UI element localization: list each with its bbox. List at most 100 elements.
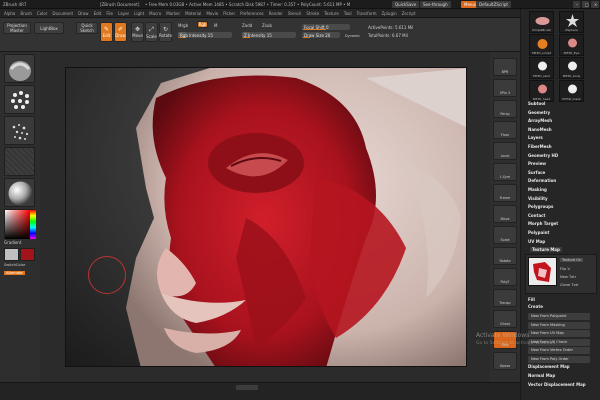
tool-menu-deformation[interactable]: Deformation <box>528 178 556 183</box>
menu-item-stroke[interactable]: Stroke <box>306 11 319 16</box>
menu-item-edit[interactable]: Edit <box>94 11 102 16</box>
minimize-icon[interactable]: – <box>573 1 580 8</box>
clone-txtr-button[interactable]: Clone Txtr <box>560 283 579 287</box>
tool-menu-texture-map[interactable]: Texture Map <box>530 247 562 253</box>
move-button[interactable]: ✥ Move <box>131 22 144 42</box>
m-toggle[interactable]: M <box>214 23 217 28</box>
brush-thumbnail[interactable] <box>4 54 35 83</box>
menu-item-zscript[interactable]: Zscript <box>402 11 416 16</box>
draw-button[interactable]: ✐ Draw <box>114 22 127 42</box>
right-shelf-move-button[interactable]: Move <box>493 205 517 223</box>
see-through-slider[interactable]: See-through <box>420 1 451 8</box>
tool-menu-morph-target[interactable]: Morph Target <box>528 221 558 226</box>
texture-on-toggle[interactable]: Texture On <box>560 258 584 262</box>
menu-item-file[interactable]: File <box>106 11 113 16</box>
tool-thumbnail[interactable]: PM3D_mask <box>559 80 584 102</box>
projection-master-button[interactable]: Projection Master <box>3 22 31 34</box>
default-zscript-button[interactable]: DefaultZScript <box>476 1 511 8</box>
menu-item-stencil[interactable]: Stencil <box>288 11 302 16</box>
tool-menu-preview[interactable]: Preview <box>528 161 546 166</box>
menu-item-light[interactable]: Light <box>134 11 144 16</box>
tool-menu-normal-map[interactable]: Normal Map <box>528 373 555 378</box>
right-shelf-floor-button[interactable]: Floor <box>493 121 517 139</box>
tool-thumbnail[interactable]: PM3D_skull <box>529 57 554 79</box>
texture-preview[interactable] <box>528 257 557 286</box>
draw-size-slider[interactable]: Draw Size 20 <box>302 32 340 38</box>
quicksave-button[interactable]: QuickSave <box>392 1 420 8</box>
texture-thumbnail[interactable] <box>4 147 35 176</box>
zadd-toggle[interactable]: Zadd <box>242 23 252 28</box>
menu-item-macro[interactable]: Macro <box>149 11 161 16</box>
menu-item-material[interactable]: Material <box>185 11 201 16</box>
new-txtr-button[interactable]: New Txtr <box>560 275 576 279</box>
fill-button[interactable]: Fill <box>528 297 535 302</box>
dynamic-toggle[interactable]: Dynamic <box>345 34 360 38</box>
right-shelf-spix-3-button[interactable]: SPix 3 <box>493 79 517 97</box>
tool-thumbnail[interactable]: PM3D_body <box>559 57 584 79</box>
color-picker[interactable] <box>4 209 36 239</box>
menu-item-texture[interactable]: Texture <box>324 11 339 16</box>
tool-menu-subtool[interactable]: Subtool <box>528 101 545 106</box>
tool-menu-displacement-map[interactable]: Displacement Map <box>528 364 570 369</box>
create-new-from-vertex-order-button[interactable]: New From Vertex Order <box>528 347 590 354</box>
menu-item-document[interactable]: Document <box>52 11 73 16</box>
right-shelf-xpose-button[interactable]: Xpose <box>493 352 517 370</box>
menu-item-alpha[interactable]: Alpha <box>4 11 15 16</box>
lightbox-button[interactable]: LightBox <box>34 22 64 34</box>
menu-item-transform[interactable]: Transform <box>357 11 377 16</box>
create-new-from-masking-button[interactable]: New From Masking <box>528 321 590 329</box>
create-subpalette[interactable]: Create <box>528 304 543 309</box>
tool-thumbnail[interactable]: PM3D_head <box>529 80 554 102</box>
tool-menu-polygroups[interactable]: Polygroups <box>528 204 553 209</box>
mrgb-toggle[interactable]: Mrgb <box>178 23 188 28</box>
tool-menu-nanomesh[interactable]: NanoMesh <box>528 127 552 132</box>
stroke-thumbnail[interactable] <box>4 85 35 114</box>
alpha-thumbnail[interactable] <box>4 116 35 145</box>
rgb-intensity-slider[interactable]: Rgb Intensity 15 <box>178 32 232 38</box>
create-new-from-polypaint-button[interactable]: New From Polypaint <box>528 313 590 320</box>
tool-thumbnail[interactable]: SimpleBrush <box>529 11 554 33</box>
right-shelf-persp-button[interactable]: Persp <box>493 100 517 118</box>
tool-menu-polypaint[interactable]: Polypaint <box>528 230 549 235</box>
tool-menu-masking[interactable]: Masking <box>528 187 547 192</box>
tool-menu-vector-displacement-map[interactable]: Vector Displacement Map <box>528 382 586 387</box>
scale-button[interactable]: ⤢ Scale <box>145 22 158 42</box>
maximize-icon[interactable]: □ <box>582 1 589 8</box>
menu-item-picker[interactable]: Picker <box>223 11 235 16</box>
menu-item-preferences[interactable]: Preferences <box>240 11 264 16</box>
tool-menu-arraymesh[interactable]: ArrayMesh <box>528 118 552 123</box>
menu-item-layer[interactable]: Layer <box>118 11 129 16</box>
material-thumbnail[interactable] <box>4 178 35 207</box>
close-icon[interactable]: × <box>591 1 599 8</box>
secondary-color-swatch[interactable] <box>20 248 35 261</box>
tool-menu-layers[interactable]: Layers <box>528 135 543 140</box>
tool-menu-contact[interactable]: Contact <box>528 213 545 218</box>
gradient-toggle[interactable]: Gradient <box>4 240 21 245</box>
menu-item-color[interactable]: Color <box>37 11 47 16</box>
right-shelf-ghost-button[interactable]: Ghost <box>493 310 517 328</box>
tool-thumbnail[interactable]: PM3D_sculpt <box>529 34 554 56</box>
right-shelf-transp-button[interactable]: Transp <box>493 289 517 307</box>
alternate-toggle[interactable]: Alternate <box>4 271 25 275</box>
tool-menu-surface[interactable]: Surface <box>528 170 545 175</box>
right-shelf-local-button[interactable]: Local <box>493 142 517 160</box>
right-shelf-frame-button[interactable]: Frame <box>493 184 517 202</box>
main-color-swatch[interactable] <box>4 248 19 261</box>
rotate-button[interactable]: ↻ Rotate <box>159 22 172 42</box>
menu-item-zplugin[interactable]: Zplugin <box>382 11 397 16</box>
menu-item-brush[interactable]: Brush <box>20 11 32 16</box>
right-shelf-l-sym-button[interactable]: L.Sym <box>493 163 517 181</box>
create-new-from-poly-order-button[interactable]: New From Poly Order <box>528 355 590 363</box>
tool-thumbnail[interactable]: PM3D_Eye <box>559 34 584 56</box>
menu-item-tool[interactable]: Tool <box>344 11 352 16</box>
tool-menu-geometry[interactable]: Geometry <box>528 110 550 115</box>
quick-sketch-button[interactable]: Quick Sketch <box>76 22 98 34</box>
menu-item-draw[interactable]: Draw <box>78 11 88 16</box>
focal-shift-slider[interactable]: Focal Shift 0 <box>302 24 350 30</box>
right-shelf-polyf-button[interactable]: PolyF <box>493 268 517 286</box>
tool-menu-visibility[interactable]: Visibility <box>528 196 548 201</box>
menu-item-render[interactable]: Render <box>269 11 283 16</box>
z-intensity-slider[interactable]: Z Intensity 15 <box>242 32 296 38</box>
tool-menu-uv-map[interactable]: UV Map <box>528 239 545 244</box>
right-shelf-scale-button[interactable]: Scale <box>493 226 517 244</box>
